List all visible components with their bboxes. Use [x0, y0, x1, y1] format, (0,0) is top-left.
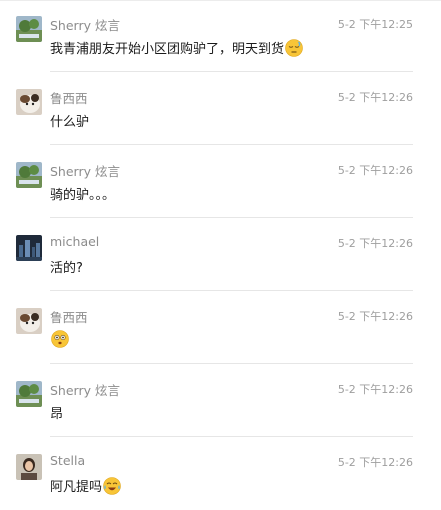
sender-name: 鲁西西 [50, 91, 88, 106]
message-time: 5-2 下午12:26 [337, 91, 413, 104]
message-item[interactable]: Sherry 炫言 5-2 下午12:26 昂 [0, 365, 441, 437]
sender-name: michael [50, 234, 100, 249]
message-text: 阿凡提吗 [50, 476, 121, 495]
avatar-luxixi[interactable] [16, 308, 42, 334]
sender-name: Sherry 炫言 [50, 164, 120, 179]
astonished-face-icon [51, 330, 69, 348]
message-time: 5-2 下午12:26 [337, 383, 413, 396]
message-text-content: 阿凡提吗 [50, 480, 103, 495]
avatar-luxixi[interactable] [16, 89, 42, 115]
avatar-sherry[interactable] [16, 381, 42, 407]
sender-name: 鲁西西 [50, 310, 88, 325]
message-text-content: 昂 [50, 407, 64, 422]
message-text-content: 我青浦朋友开始小区团购驴了，明天到货 [50, 42, 285, 57]
message-text-content: 活的? [50, 261, 83, 276]
avatar-sherry[interactable] [16, 16, 42, 42]
message-item[interactable]: Sherry 炫言 5-2 下午12:26 骑的驴。。。 [0, 146, 441, 218]
sleepy-face-icon [285, 38, 303, 57]
message-time: 5-2 下午12:25 [337, 18, 413, 31]
message-text: 骑的驴。。。 [50, 184, 115, 203]
avatar-michael[interactable] [16, 235, 42, 261]
message-text: 昂 [50, 403, 63, 422]
message-text-content: 什么驴 [50, 115, 90, 130]
message-item[interactable]: Stella 5-2 下午12:26 阿凡提吗 [0, 438, 441, 510]
message-time: 5-2 下午12:26 [337, 310, 413, 323]
sender-name: Sherry 炫言 [50, 18, 120, 33]
message-divider [50, 290, 413, 291]
avatar-stella[interactable] [16, 454, 42, 480]
message-divider [50, 144, 413, 145]
message-divider [50, 71, 413, 72]
message-time: 5-2 下午12:26 [337, 237, 413, 250]
avatar-sherry[interactable] [16, 162, 42, 188]
message-time: 5-2 下午12:26 [337, 164, 413, 177]
message-text: 我青浦朋友开始小区团购驴了，明天到货 [50, 38, 303, 57]
message-text-content: 骑的驴。。。 [50, 188, 116, 203]
message-item[interactable]: michael 5-2 下午12:26 活的? [0, 219, 441, 291]
sender-name: Stella [50, 453, 86, 468]
message-text: 什么驴 [50, 111, 89, 130]
message-item[interactable]: 鲁西西 5-2 下午12:26 [0, 292, 441, 364]
message-text [50, 330, 69, 348]
sender-name: Sherry 炫言 [50, 383, 120, 398]
message-divider [50, 363, 413, 364]
message-item[interactable]: 鲁西西 5-2 下午12:26 什么驴 [0, 73, 441, 145]
message-divider [50, 217, 413, 218]
message-item[interactable]: Sherry 炫言 5-2 下午12:25 我青浦朋友开始小区团购驴了，明天到货 [0, 0, 441, 72]
tears-of-joy-face-icon [103, 476, 121, 495]
message-divider [50, 436, 413, 437]
message-time: 5-2 下午12:26 [337, 456, 413, 469]
message-text: 活的? [50, 257, 83, 276]
